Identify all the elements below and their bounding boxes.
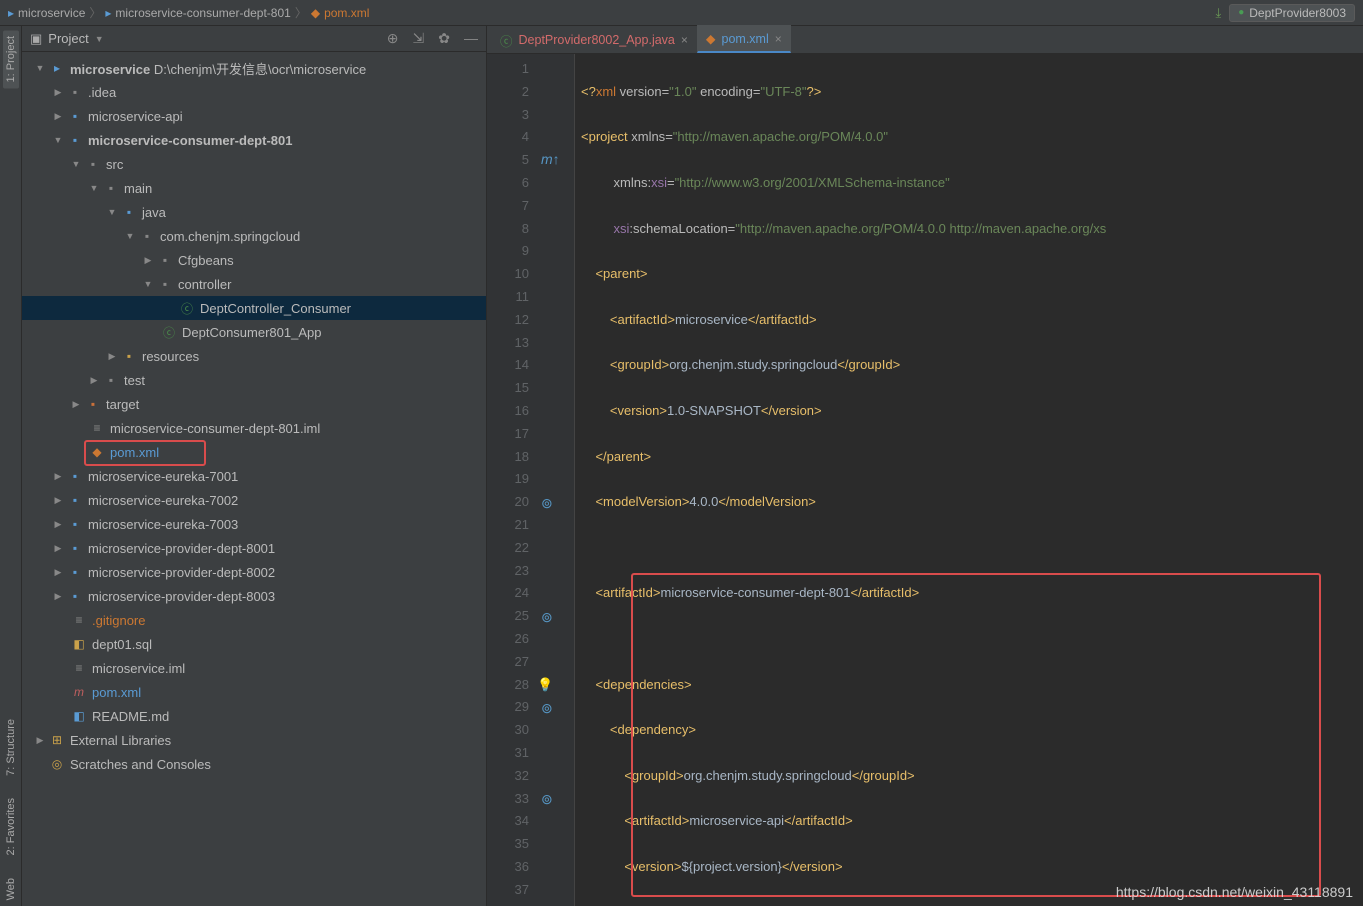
module-icon: ▸ (105, 6, 111, 20)
tree-item-pom[interactable]: ◆pom.xml (22, 440, 486, 464)
tree-item[interactable]: ≡microservice.iml (22, 656, 486, 680)
tree-item[interactable]: ≡.gitignore (22, 608, 486, 632)
build-icon[interactable]: ⤓ (1215, 5, 1221, 21)
tree-item[interactable]: ▼▪com.chenjm.springcloud (22, 224, 486, 248)
tool-tab-favorites[interactable]: 2: Favorites (3, 792, 19, 861)
tool-tab-project[interactable]: 1: Project (3, 30, 19, 88)
gutter-marks: m↑ ⊚ ⊚ 💡 ⊚ ⊚ (537, 54, 561, 906)
tree-item[interactable]: ▶▪microservice-api (22, 104, 486, 128)
locate-icon[interactable]: ⊕ (387, 30, 399, 47)
intention-bulb-icon[interactable]: 💡 (537, 674, 553, 697)
tree-item[interactable]: ◧dept01.sql (22, 632, 486, 656)
xml-icon: ◆ (311, 6, 320, 20)
tool-tab-web[interactable]: Web (3, 872, 19, 906)
tab-pom-xml[interactable]: ◆ pom.xml × (697, 25, 791, 53)
project-panel-header: ▣ Project ▼ ⊕ ⇲ ✿ — (22, 26, 486, 52)
chevron-right-icon: 〉 (295, 4, 307, 21)
code-content[interactable]: <?xml version="1.0" encoding="UTF-8"?> <… (575, 54, 1363, 906)
watermark: https://blog.csdn.net/weixin_43118891 (1116, 884, 1353, 900)
maven-icon[interactable]: m↑ (541, 148, 560, 171)
tree-ext-libs[interactable]: ▶⊞External Libraries (22, 728, 486, 752)
tree-item[interactable]: ▼▪src (22, 152, 486, 176)
dropdown-icon[interactable]: ▼ (95, 34, 104, 44)
tree-item[interactable]: ▶▪.idea (22, 80, 486, 104)
tab-label: pom.xml (722, 32, 769, 46)
tree-item[interactable]: ▼▪main (22, 176, 486, 200)
tab-java-file[interactable]: ⓒ DeptProvider8002_App.java × (491, 27, 697, 53)
breadcrumb-bar: ▸ microservice 〉 ▸ microservice-consumer… (0, 0, 1363, 26)
tree-item-selected[interactable]: ⓒDeptController_Consumer (22, 296, 486, 320)
run-icon: ● (1238, 7, 1244, 18)
dependency-icon[interactable]: ⊚ (541, 606, 553, 629)
tool-tab-structure[interactable]: 7: Structure (3, 713, 19, 782)
chevron-right-icon: 〉 (89, 4, 101, 21)
tree-item[interactable]: ≡microservice-consumer-dept-801.iml (22, 416, 486, 440)
tree-item[interactable]: ▶▪microservice-provider-dept-8001 (22, 536, 486, 560)
fold-column[interactable] (561, 54, 575, 906)
project-icon: ▣ (30, 31, 42, 47)
collapse-icon[interactable]: ⇲ (413, 30, 425, 47)
crumb-3[interactable]: pom.xml (324, 6, 369, 20)
tree-item[interactable]: ◧README.md (22, 704, 486, 728)
gear-icon[interactable]: ✿ (438, 30, 450, 47)
tree-item[interactable]: ▶▪microservice-provider-dept-8003 (22, 584, 486, 608)
panel-title: Project (48, 31, 88, 46)
close-icon[interactable]: × (681, 33, 688, 47)
project-tool-window: ▣ Project ▼ ⊕ ⇲ ✿ — ▼▸microservice D:\ch… (22, 26, 487, 906)
tree-root[interactable]: ▼▸microservice D:\chenjm\开发信息\ocr\micros… (22, 56, 486, 80)
tree-item[interactable]: ▼▪controller (22, 272, 486, 296)
tree-item[interactable]: ▶▪Cfgbeans (22, 248, 486, 272)
tree-item[interactable]: ▶▪microservice-eureka-7003 (22, 512, 486, 536)
line-number-gutter: 1234567891011121314151617181920212223242… (487, 54, 537, 906)
tree-item[interactable]: ▶▪microservice-eureka-7001 (22, 464, 486, 488)
tree-item[interactable]: ▶▪resources (22, 344, 486, 368)
crumb-2[interactable]: microservice-consumer-dept-801 (115, 6, 290, 20)
editor-area: ⓒ DeptProvider8002_App.java × ◆ pom.xml × 12… (487, 26, 1363, 906)
crumb-1[interactable]: microservice (18, 6, 85, 20)
tree-scratches[interactable]: ◎Scratches and Consoles (22, 752, 486, 776)
run-config-label: DeptProvider8003 (1249, 6, 1346, 20)
tree-item[interactable]: ▶▪microservice-provider-dept-8002 (22, 560, 486, 584)
dependency-icon[interactable]: ⊚ (541, 492, 553, 515)
editor-tabs: ⓒ DeptProvider8002_App.java × ◆ pom.xml × (487, 26, 1363, 54)
tree-item[interactable]: ▶▪microservice-eureka-7002 (22, 488, 486, 512)
dependency-icon[interactable]: ⊚ (541, 697, 553, 720)
tree-item[interactable]: ▼▪microservice-consumer-dept-801 (22, 128, 486, 152)
tree-item[interactable]: mpom.xml (22, 680, 486, 704)
run-config-selector[interactable]: ● DeptProvider8003 (1229, 4, 1355, 22)
folder-icon: ▸ (8, 6, 14, 20)
breadcrumb[interactable]: ▸ microservice 〉 ▸ microservice-consumer… (8, 4, 369, 21)
xml-icon: ◆ (706, 31, 716, 46)
code-editor[interactable]: 1234567891011121314151617181920212223242… (487, 54, 1363, 906)
dependency-icon[interactable]: ⊚ (541, 788, 553, 811)
tab-label: DeptProvider8002_App.java (519, 33, 675, 47)
tree-item[interactable]: ⓒDeptConsumer801_App (22, 320, 486, 344)
close-icon[interactable]: × (775, 32, 782, 46)
tree-item[interactable]: ▼▪java (22, 200, 486, 224)
tool-window-bar: 1: Project 7: Structure 2: Favorites Web (0, 26, 22, 906)
project-tree[interactable]: ▼▸microservice D:\chenjm\开发信息\ocr\micros… (22, 52, 486, 906)
tree-item[interactable]: ▶▪target (22, 392, 486, 416)
hide-icon[interactable]: — (464, 30, 478, 47)
class-icon: ⓒ (500, 31, 513, 50)
tree-item[interactable]: ▶▪test (22, 368, 486, 392)
